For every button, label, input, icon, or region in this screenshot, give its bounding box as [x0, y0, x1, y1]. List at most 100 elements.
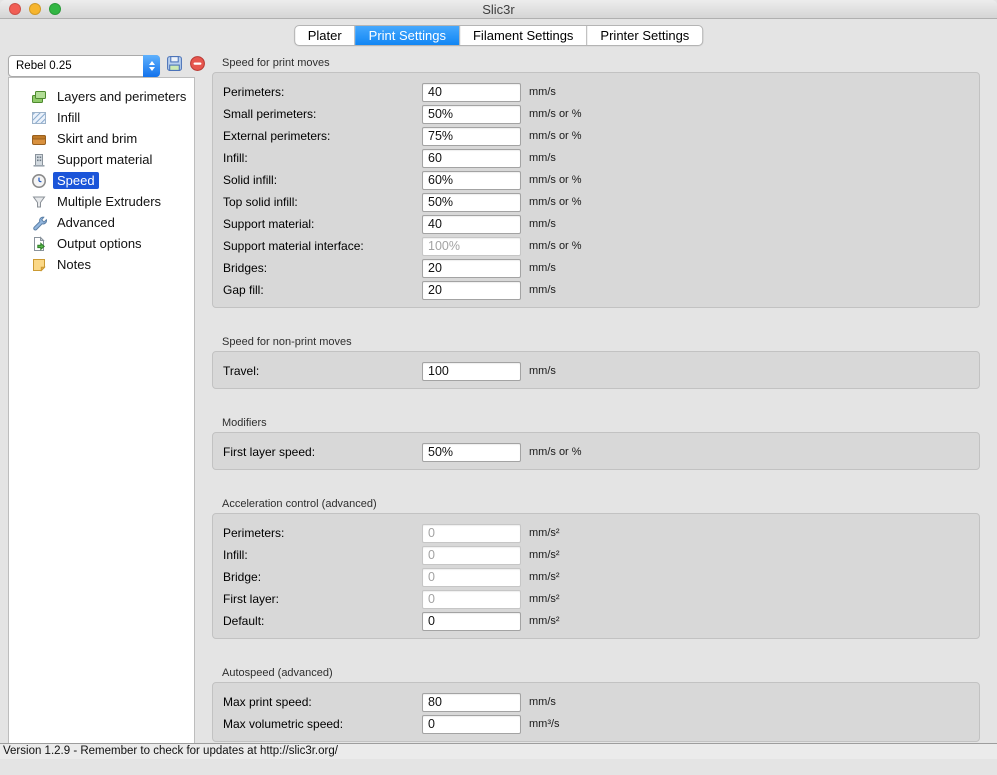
section-box: Perimeters: mm/s² Infill: mm/s² Bridge: mm/s²…: [212, 513, 980, 639]
funnel-icon: [31, 194, 47, 210]
setting-unit: mm/s: [529, 365, 556, 377]
support-material-input[interactable]: [422, 215, 521, 234]
section-box: Travel:mm/s: [212, 351, 980, 389]
setting-label: Default:: [223, 614, 422, 628]
settings-category-tree: Layers and perimeters Infill Skirt and bri…: [8, 77, 195, 745]
setting-unit: mm/s or %: [529, 240, 582, 252]
sidebar-item-label: Layers and perimeters: [53, 88, 190, 105]
support-material-interface-input: [422, 237, 521, 256]
tab-filament-settings[interactable]: Filament Settings: [460, 26, 587, 45]
setting-unit: mm/s or %: [529, 174, 582, 186]
max-volumetric-speed-input[interactable]: [422, 715, 521, 734]
top-solid-infill-input[interactable]: [422, 193, 521, 212]
perimeters-input: [422, 524, 521, 543]
setting-label: Perimeters:: [223, 85, 422, 99]
perimeters-input[interactable]: [422, 83, 521, 102]
title-bar: Slic3r: [0, 0, 997, 19]
setting-unit: mm/s: [529, 86, 556, 98]
setting-row-top-solid-infill: Top solid infill: mm/s or %: [213, 191, 979, 213]
setting-row-infill: Infill: mm/s: [213, 147, 979, 169]
window-title: Slic3r: [482, 2, 515, 17]
setting-label: Bridge:: [223, 570, 422, 584]
setting-unit: mm/s: [529, 152, 556, 164]
setting-label: External perimeters:: [223, 129, 422, 143]
chevron-up-down-icon: [143, 55, 160, 77]
traffic-lights: [9, 3, 61, 15]
infill-input[interactable]: [422, 149, 521, 168]
setting-unit: mm/s: [529, 284, 556, 296]
sidebar-item-multiple-extruders[interactable]: Multiple Extruders: [9, 191, 194, 212]
setting-unit: mm/s or %: [529, 196, 582, 208]
save-preset-button[interactable]: [165, 57, 183, 75]
tree-items: Layers and perimeters Infill Skirt and bri…: [9, 78, 194, 275]
max-print-speed-input[interactable]: [422, 693, 521, 712]
setting-label: Solid infill:: [223, 173, 422, 187]
sidebar-item-notes[interactable]: Notes: [9, 254, 194, 275]
setting-unit: mm/s or %: [529, 130, 582, 142]
clock-icon: [31, 173, 47, 189]
sidebar-item-label: Support material: [53, 151, 156, 168]
setting-label: Infill:: [223, 151, 422, 165]
travel-input[interactable]: [422, 362, 521, 381]
zoom-button[interactable]: [49, 3, 61, 15]
setting-unit: mm/s: [529, 262, 556, 274]
setting-row-solid-infill: Solid infill: mm/s or %: [213, 169, 979, 191]
status-bar: Version 1.2.9 - Remember to check for up…: [0, 743, 997, 759]
output-icon: [31, 236, 47, 252]
setting-row-gap-fill: Gap fill:mm/s: [213, 279, 979, 301]
small-perimeters-input[interactable]: [422, 105, 521, 124]
setting-unit: mm/s: [529, 218, 556, 230]
preset-select-value: Rebel 0.25: [9, 60, 143, 72]
setting-unit: mm/s²: [529, 549, 560, 561]
section-modifiers: ModifiersFirst layer speed:mm/s or %: [212, 417, 980, 470]
sidebar-item-label: Advanced: [53, 214, 119, 231]
delete-preset-button[interactable]: [188, 57, 206, 75]
sidebar-item-output-options[interactable]: Output options: [9, 233, 194, 254]
tab-plater[interactable]: Plater: [295, 26, 356, 45]
minus-circle-icon: [189, 55, 206, 77]
floppy-disk-icon: [166, 55, 183, 77]
setting-row-perimeters: Perimeters: mm/s: [213, 81, 979, 103]
solid-infill-input[interactable]: [422, 171, 521, 190]
building-icon: [31, 152, 47, 168]
section-box: First layer speed:mm/s or %: [212, 432, 980, 470]
setting-label: Top solid infill:: [223, 195, 422, 209]
gap-fill-input[interactable]: [422, 281, 521, 300]
setting-row-default: Default:mm/s²: [213, 610, 979, 632]
section-autospeed-advanced: Autospeed (advanced) Max print speed:mm/s…: [212, 667, 980, 742]
setting-row-bridges: Bridges:mm/s: [213, 257, 979, 279]
sidebar-item-label: Skirt and brim: [53, 130, 141, 147]
setting-unit: mm/s²: [529, 571, 560, 583]
sidebar-item-advanced[interactable]: Advanced: [9, 212, 194, 233]
setting-row-max-volumetric-speed: Max volumetric speed:mm³/s: [213, 713, 979, 735]
external-perimeters-input[interactable]: [422, 127, 521, 146]
close-button[interactable]: [9, 3, 21, 15]
layers-icon: [31, 89, 47, 105]
sidebar-item-label: Output options: [53, 235, 146, 252]
setting-unit: mm/s: [529, 696, 556, 708]
default-input[interactable]: [422, 612, 521, 631]
section-box: Max print speed:mm/sMax volumetric speed…: [212, 682, 980, 742]
section-title: Speed for non-print moves: [212, 336, 980, 348]
setting-unit: mm/s²: [529, 527, 560, 539]
setting-label: Perimeters:: [223, 526, 422, 540]
wrench-icon: [31, 215, 47, 231]
sidebar-item-layers-and-perimeters[interactable]: Layers and perimeters: [9, 86, 194, 107]
sidebar-item-support-material[interactable]: Support material: [9, 149, 194, 170]
box-icon: [31, 131, 47, 147]
setting-label: Infill:: [223, 548, 422, 562]
first-layer-speed-input[interactable]: [422, 443, 521, 462]
sidebar-item-skirt-and-brim[interactable]: Skirt and brim: [9, 128, 194, 149]
sidebar-item-speed[interactable]: Speed: [9, 170, 194, 191]
setting-row-external-perimeters: External perimeters: mm/s or %: [213, 125, 979, 147]
tab-printer-settings[interactable]: Printer Settings: [587, 26, 702, 45]
setting-row-first-layer-speed: First layer speed:mm/s or %: [213, 441, 979, 463]
minimize-button[interactable]: [29, 3, 41, 15]
tab-print-settings[interactable]: Print Settings: [356, 26, 460, 45]
section-acceleration-control-advanced: Acceleration control (advanced)Perimeter…: [212, 498, 980, 639]
sidebar-item-infill[interactable]: Infill: [9, 107, 194, 128]
preset-select[interactable]: Rebel 0.25: [8, 55, 160, 77]
note-icon: [31, 257, 47, 273]
bridges-input[interactable]: [422, 259, 521, 278]
section-title: Autospeed (advanced): [212, 667, 980, 679]
